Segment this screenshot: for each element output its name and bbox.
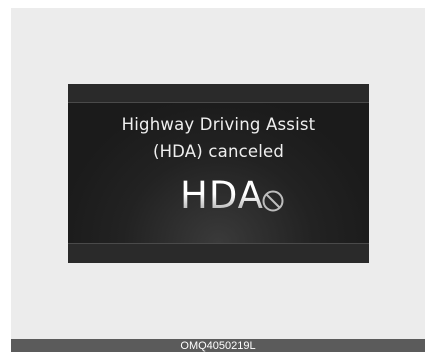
- hda-label: HDA: [180, 174, 264, 217]
- hda-indicator: HDA: [180, 176, 285, 216]
- display-top-band: [68, 84, 369, 103]
- figure-code: OMQ4050219L: [180, 340, 256, 352]
- no-symbol-icon: [262, 190, 284, 212]
- message-line-2: (HDA) canceled: [152, 142, 285, 161]
- display-bottom-band: [68, 243, 369, 263]
- message-line-1: Highway Driving Assist: [121, 115, 316, 134]
- cluster-display: Highway Driving Assist (HDA) canceled HD…: [68, 84, 369, 263]
- display-message-area: Highway Driving Assist (HDA) canceled HD…: [68, 103, 369, 243]
- caption-bar: OMQ4050219L: [11, 339, 425, 352]
